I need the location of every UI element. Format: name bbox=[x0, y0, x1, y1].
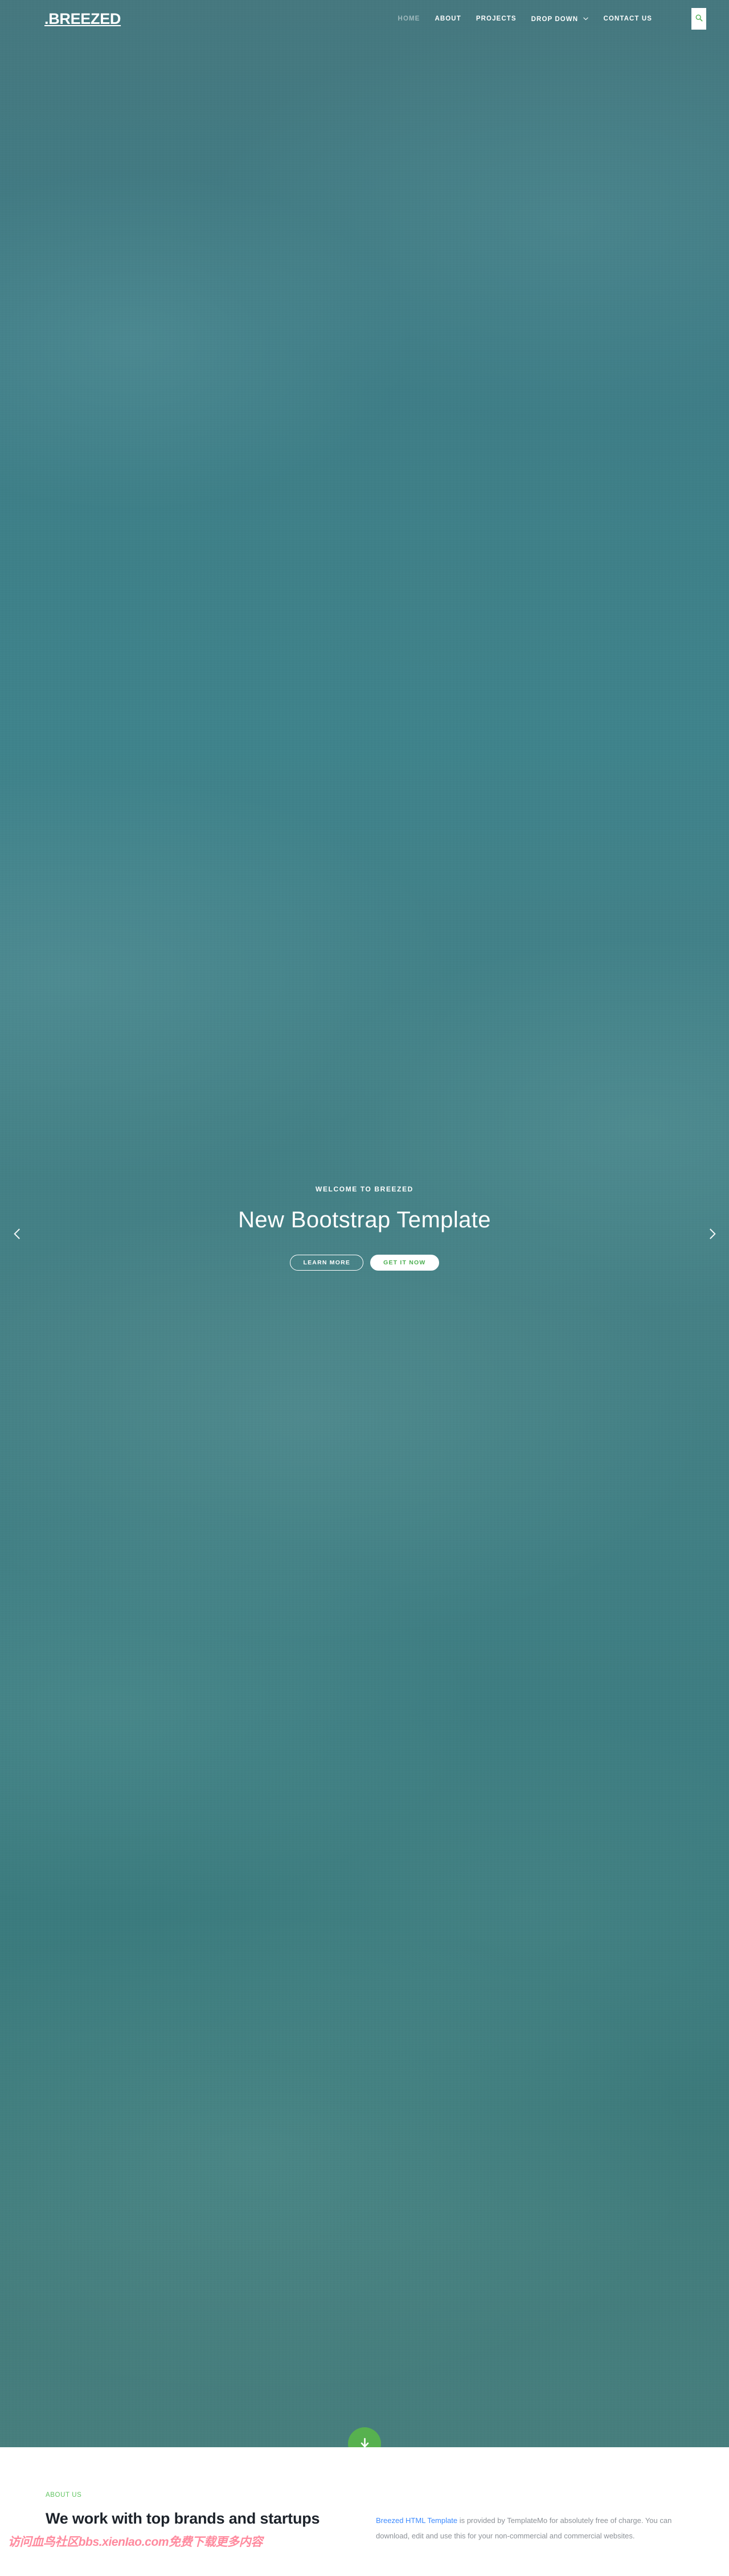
carousel-next-button[interactable] bbox=[697, 1219, 726, 1248]
nav-item-about-label: ABOUT bbox=[435, 15, 461, 22]
chevron-left-icon bbox=[13, 1228, 24, 1239]
hero-subtitle: WELCOME TO BREEZED bbox=[316, 1185, 413, 1193]
chevron-down-icon bbox=[583, 0, 589, 38]
about-label: ABOUT US bbox=[46, 2492, 82, 2499]
about-paragraph: Breezed HTML Template is provided by Tem… bbox=[376, 2513, 672, 2544]
carousel-caption: WELCOME TO BREEZED New Bootstrap Templat… bbox=[0, 1185, 729, 1271]
hero-title: New Bootstrap Template bbox=[238, 1207, 491, 1232]
hero-actions: LEARN MORE GET IT NOW bbox=[0, 1255, 729, 1271]
search-button[interactable] bbox=[691, 8, 706, 30]
get-it-now-button[interactable]: GET IT NOW bbox=[370, 1255, 439, 1271]
about-paragraph-link[interactable]: Breezed HTML Template bbox=[376, 2516, 457, 2525]
nav-item-drop-down-label: DROP DOWN bbox=[531, 15, 579, 23]
chevron-right-icon bbox=[705, 1228, 716, 1239]
about-title: We work with top brands and startups bbox=[46, 2510, 320, 2527]
about-right-column: Breezed HTML Template is provided by Tem… bbox=[353, 2492, 672, 2544]
learn-more-button[interactable]: LEARN MORE bbox=[290, 1255, 364, 1271]
about-left-column: ABOUT US We work with top brands and sta… bbox=[34, 2492, 353, 2544]
about-section: ABOUT US We work with top brands and sta… bbox=[0, 2447, 729, 2576]
about-inner: ABOUT US We work with top brands and sta… bbox=[34, 2447, 695, 2544]
hero-carousel: .BREEZED HOME ABOUT PROJECTS DROP DOWN C… bbox=[0, 0, 729, 2447]
main-navigation: HOME ABOUT PROJECTS DROP DOWN CONTACT US bbox=[391, 0, 660, 38]
nav-item-contact-us-label: CONTACT US bbox=[603, 15, 652, 22]
nav-item-projects-label: PROJECTS bbox=[476, 15, 517, 22]
nav-item-home[interactable]: HOME bbox=[391, 0, 428, 38]
site-header: .BREEZED HOME ABOUT PROJECTS DROP DOWN C… bbox=[0, 0, 729, 38]
arrow-down-icon bbox=[360, 2438, 370, 2447]
nav-item-home-label: HOME bbox=[398, 15, 420, 22]
site-logo[interactable]: .BREEZED bbox=[44, 11, 121, 27]
carousel-prev-button[interactable] bbox=[3, 1219, 32, 1248]
nav-item-contact-us[interactable]: CONTACT US bbox=[596, 0, 660, 38]
nav-item-about[interactable]: ABOUT bbox=[427, 0, 468, 38]
search-icon bbox=[695, 14, 703, 23]
nav-item-drop-down[interactable]: DROP DOWN bbox=[524, 0, 596, 38]
nav-item-projects[interactable]: PROJECTS bbox=[469, 0, 524, 38]
